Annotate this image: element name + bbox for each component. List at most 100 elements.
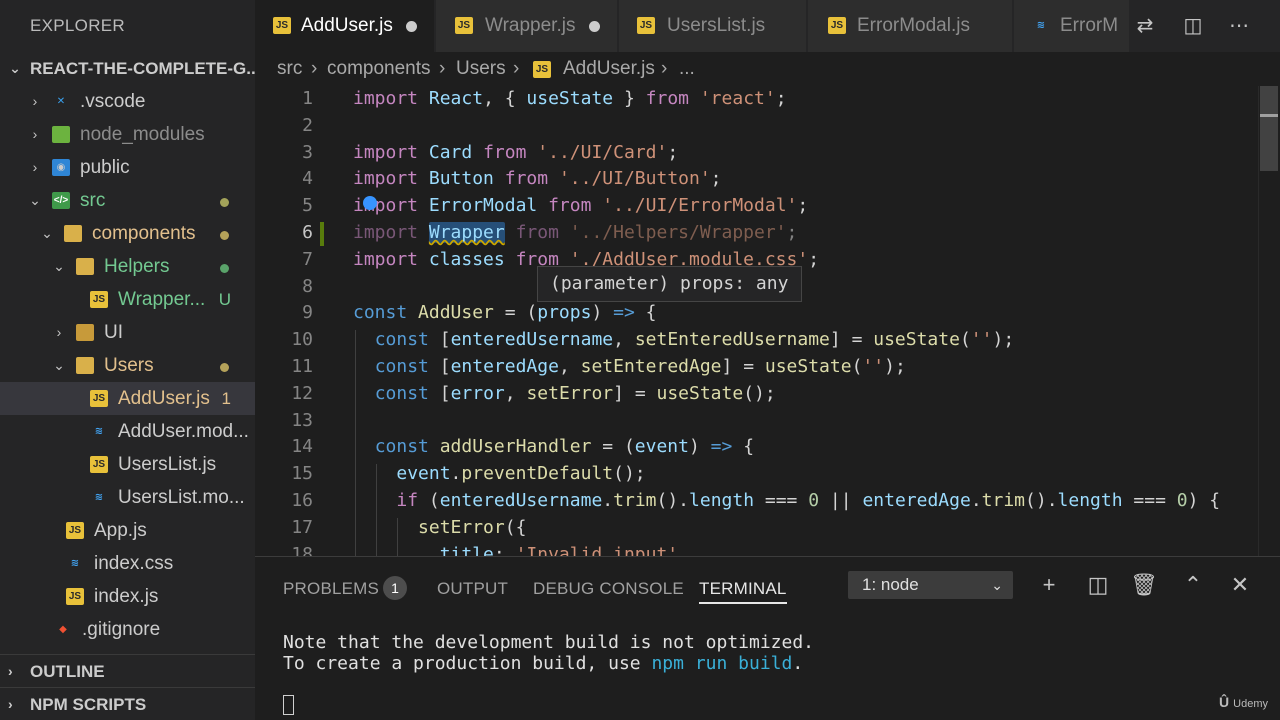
tree-item-label: node_modules xyxy=(80,124,205,145)
tree-item-src[interactable]: ⌄ </> src xyxy=(0,184,255,217)
breadcrumb-src[interactable]: src xyxy=(277,52,302,86)
tree-item-node-modules[interactable]: › node_modules xyxy=(0,118,255,151)
outline-label: OUTLINE xyxy=(30,662,105,681)
tab-terminal[interactable]: TERMINAL xyxy=(699,574,787,604)
new-terminal-icon[interactable]: + xyxy=(1035,571,1063,599)
tab-output[interactable]: OUTPUT xyxy=(437,574,508,604)
breadcrumb-components[interactable]: components xyxy=(327,52,431,86)
tree-item-label: src xyxy=(80,190,106,211)
tree-item-label: .gitignore xyxy=(82,619,161,640)
chevron-right-icon: › xyxy=(32,93,38,109)
tab-userslist[interactable]: JS UsersList.js xyxy=(619,0,807,52)
tree-item-adduser-mod[interactable]: ≋ AddUser.mod... xyxy=(0,415,255,448)
js-file-icon: JS xyxy=(637,17,655,34)
lightbulb-icon[interactable] xyxy=(363,196,377,210)
terminal-text: To create a production build, use xyxy=(283,653,652,674)
tree-item-public[interactable]: › ◉ public xyxy=(0,151,255,184)
maximize-panel-icon[interactable]: ⌃ xyxy=(1179,571,1207,599)
tree-item-adduser-js[interactable]: JS AddUser.js 1 xyxy=(0,382,255,415)
tab-label: Wrapper.js xyxy=(485,15,576,36)
js-file-icon: JS xyxy=(273,17,291,34)
unsaved-dot-icon[interactable] xyxy=(406,21,417,32)
code-line: 15 event.preventDefault(); xyxy=(255,461,1280,488)
chevron-down-icon: ⌄ xyxy=(53,258,65,274)
terminal-select[interactable]: 1: node ⌄ xyxy=(848,571,1013,599)
chevron-down-icon: ⌄ xyxy=(9,60,21,76)
tree-item-users[interactable]: ⌄ Users xyxy=(0,349,255,382)
code-text: title: 'Invalid input', xyxy=(439,543,689,556)
tab-problems[interactable]: PROBLEMS xyxy=(283,574,379,604)
line-number: 7 xyxy=(302,248,313,270)
tab-errormodal-css[interactable]: ≋ ErrorM xyxy=(1014,0,1130,52)
chevron-down-icon: ⌄ xyxy=(41,225,53,241)
tab-adduser[interactable]: JS AddUser.js xyxy=(255,0,435,52)
folder-icon xyxy=(76,324,94,341)
tree-item-userslist-mo[interactable]: ≋ UsersList.mo... xyxy=(0,481,255,514)
tree-item-index-css[interactable]: ≋ index.css xyxy=(0,547,255,580)
line-number: 3 xyxy=(302,141,313,163)
open-changes-icon[interactable]: ⇄ xyxy=(1133,14,1157,38)
tree-item-vscode[interactable]: › ✕ .vscode xyxy=(0,85,255,118)
scrollbar-thumb[interactable] xyxy=(1260,86,1278,171)
git-file-icon: ◆ xyxy=(59,624,67,635)
js-file-icon: JS xyxy=(455,17,473,34)
line-number: 6 xyxy=(302,222,313,243)
more-actions-icon[interactable]: ⋯ xyxy=(1227,14,1251,38)
code-line: 3 import Card from '../UI/Card'; xyxy=(255,140,1280,167)
code-line: 10 const [enteredUsername, setEnteredUse… xyxy=(255,327,1280,354)
tree-item-label: UI xyxy=(104,322,123,343)
chevron-right-icon: › xyxy=(32,126,38,142)
tree-item-ui[interactable]: › UI xyxy=(0,316,255,349)
terminal-line: To create a production build, use npm ru… xyxy=(283,653,803,675)
js-file-icon: JS xyxy=(90,390,108,407)
tab-label: UsersList.js xyxy=(667,15,766,36)
breadcrumb-more[interactable]: ... xyxy=(679,52,695,86)
line-number: 18 xyxy=(291,543,313,556)
terminal-text: . xyxy=(792,653,804,674)
split-terminal-icon[interactable]: ◫ xyxy=(1084,571,1112,599)
line-number: 10 xyxy=(291,329,313,351)
js-file-icon: JS xyxy=(533,61,551,78)
chevron-right-icon: › xyxy=(56,324,62,340)
git-status-badge: 1 xyxy=(221,389,231,408)
breadcrumb-file[interactable]: AddUser.js xyxy=(563,52,655,86)
unsaved-dot-icon[interactable] xyxy=(589,21,600,32)
tab-errormodal[interactable]: JS ErrorModal.js xyxy=(808,0,1013,52)
trash-icon[interactable]: 🗑 xyxy=(1130,571,1158,599)
close-panel-icon[interactable]: ✕ xyxy=(1226,571,1254,599)
explorer-sidebar: EXPLORER ⌄ REACT-THE-COMPLETE-G... › ✕ .vs… xyxy=(0,0,255,720)
code-line: 9 const AddUser = (props) => { xyxy=(255,300,1280,327)
outline-section[interactable]: › OUTLINE xyxy=(0,654,255,687)
tree-item-wrapper[interactable]: JS Wrapper... U xyxy=(0,283,255,316)
explorer-title: EXPLORER xyxy=(30,16,125,35)
chevron-right-icon: › xyxy=(8,663,13,679)
tree-item-label: components xyxy=(92,223,196,244)
code-line: 12 const [error, setError] = useState(); xyxy=(255,381,1280,408)
tree-item-label: public xyxy=(80,157,130,178)
code-line: 14 const addUserHandler = (event) => { xyxy=(255,434,1280,461)
code-editor[interactable]: 1 import React, { useState } from 'react'… xyxy=(255,86,1280,556)
tree-item-components[interactable]: ⌄ components xyxy=(0,217,255,250)
code-line: 16 if (enteredUsername.trim().length ===… xyxy=(255,488,1280,515)
code-text: if (enteredUsername.trim().length === 0 … xyxy=(396,490,1221,511)
code-line: 5 import ErrorModal from '../UI/ErrorModa… xyxy=(255,193,1280,220)
tree-item-label: AddUser.mod... xyxy=(118,421,249,442)
split-editor-icon[interactable]: ◫ xyxy=(1181,14,1205,38)
js-file-icon: JS xyxy=(90,291,108,308)
tab-debug-console[interactable]: DEBUG CONSOLE xyxy=(533,574,684,604)
tree-item-app-js[interactable]: JS App.js xyxy=(0,514,255,547)
workspace-root[interactable]: ⌄ REACT-THE-COMPLETE-G... xyxy=(0,52,255,85)
tree-item-index-js[interactable]: JS index.js xyxy=(0,580,255,613)
tab-wrapper[interactable]: JS Wrapper.js xyxy=(436,0,618,52)
css-file-icon: ≋ xyxy=(94,492,104,503)
tree-item-userslist-js[interactable]: JS UsersList.js xyxy=(0,448,255,481)
tree-item-gitignore[interactable]: ◆ .gitignore xyxy=(0,613,255,646)
folder-open-icon xyxy=(76,357,94,374)
udemy-watermark: Û Udemy xyxy=(1219,694,1268,710)
editor-tabs: JS AddUser.js JS Wrapper.js JS UsersList… xyxy=(255,0,1280,52)
terminal-select-value: 1: node xyxy=(862,575,919,594)
tree-item-helpers[interactable]: ⌄ Helpers xyxy=(0,250,255,283)
breadcrumb-users[interactable]: Users xyxy=(456,52,506,86)
editor-scrollbar[interactable] xyxy=(1258,86,1280,556)
npm-scripts-section[interactable]: › NPM SCRIPTS xyxy=(0,687,255,720)
